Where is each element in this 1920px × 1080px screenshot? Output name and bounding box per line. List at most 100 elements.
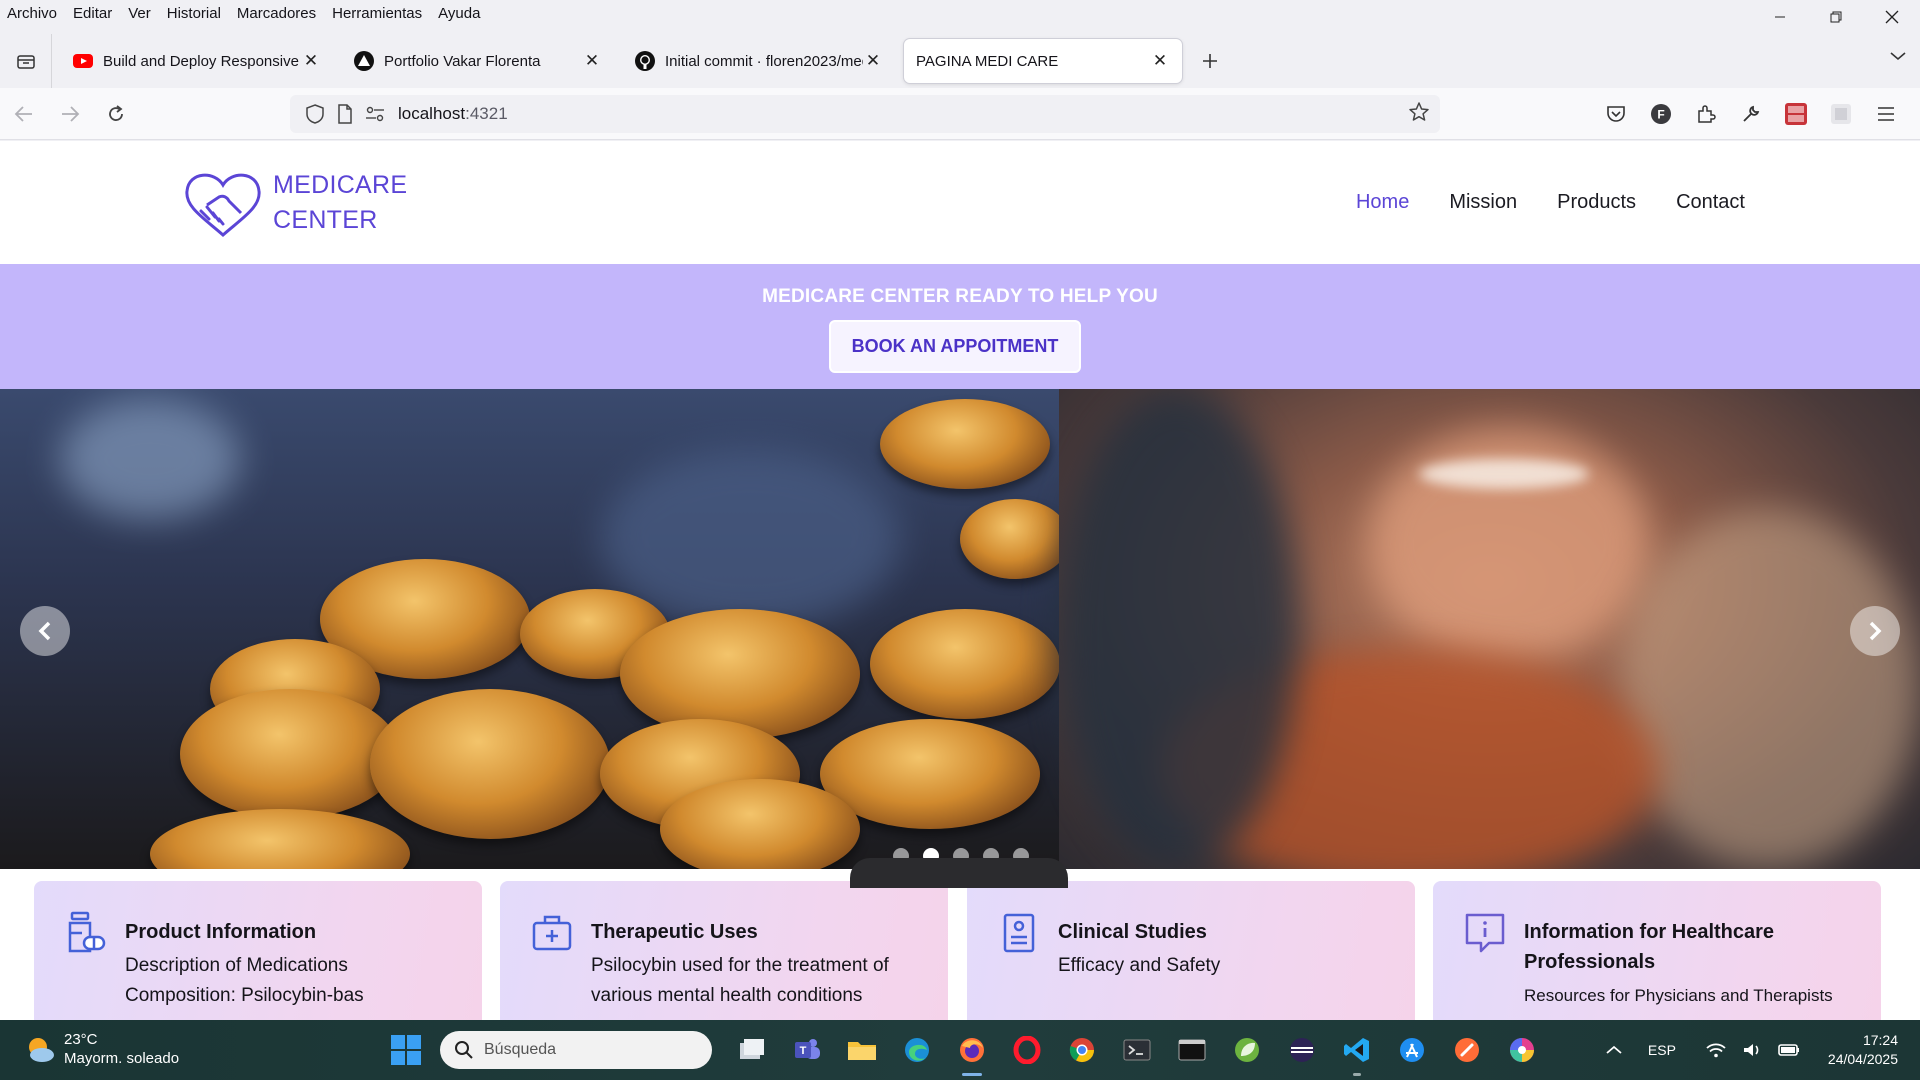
opera-app[interactable] bbox=[999, 1030, 1054, 1070]
app-menu-button[interactable] bbox=[1863, 96, 1908, 132]
teams-app[interactable]: T bbox=[779, 1030, 834, 1070]
youtube-icon bbox=[73, 51, 93, 71]
nav-link-products[interactable]: Products bbox=[1557, 191, 1636, 214]
file-explorer-app[interactable] bbox=[834, 1030, 889, 1070]
extension-placeholder-button[interactable] bbox=[1818, 96, 1863, 132]
tab-github[interactable]: Initial commit · floren2023/med ✕ bbox=[623, 39, 895, 83]
pocket-button[interactable] bbox=[1593, 96, 1638, 132]
menu-archivo[interactable]: Archivo bbox=[0, 5, 65, 22]
show-hidden-icons-button[interactable] bbox=[1606, 1045, 1622, 1055]
edge-app[interactable] bbox=[889, 1030, 944, 1070]
site-header: MEDICARE CENTER Home Mission Products Co… bbox=[0, 141, 1920, 264]
restore-icon bbox=[1830, 11, 1842, 23]
clock[interactable]: 17:24 24/04/2025 bbox=[1828, 1031, 1898, 1069]
folder-icon bbox=[847, 1042, 876, 1060]
eclipse-app[interactable] bbox=[1274, 1030, 1329, 1070]
forward-button[interactable] bbox=[48, 94, 92, 134]
task-view-button[interactable] bbox=[724, 1030, 779, 1070]
tab-close-button[interactable]: ✕ bbox=[863, 51, 883, 71]
list-all-tabs-button[interactable] bbox=[1890, 48, 1906, 66]
carousel-slide-smiling-person bbox=[1059, 389, 1920, 869]
taskbar-search-input[interactable]: Búsqueda bbox=[440, 1031, 712, 1069]
page-viewport: MEDICARE CENTER Home Mission Products Co… bbox=[0, 141, 1920, 1020]
nav-link-contact[interactable]: Contact bbox=[1676, 191, 1745, 214]
postman-app[interactable] bbox=[1439, 1030, 1494, 1070]
firefox-app[interactable] bbox=[944, 1030, 999, 1076]
back-button[interactable] bbox=[2, 94, 46, 134]
menu-ver[interactable]: Ver bbox=[120, 5, 159, 22]
tab-portfolio[interactable]: Portfolio Vakar Florenta ✕ bbox=[342, 39, 614, 83]
card-healthcare-professionals[interactable]: Information for Healthcare Professionals… bbox=[1433, 881, 1881, 1020]
carousel-prev-button[interactable] bbox=[20, 606, 70, 656]
card-title: Product Information bbox=[125, 921, 317, 943]
url-bar[interactable]: localhost:4321 bbox=[290, 95, 1440, 133]
restore-button[interactable] bbox=[1808, 0, 1864, 34]
tracking-shield-icon[interactable] bbox=[300, 99, 330, 129]
wifi-icon[interactable] bbox=[1706, 1042, 1726, 1058]
chrome-app[interactable] bbox=[1054, 1030, 1109, 1070]
card-therapeutic-uses[interactable]: Therapeutic Uses Psilocybin used for the… bbox=[500, 881, 948, 1020]
minimize-button[interactable] bbox=[1752, 0, 1808, 34]
reload-button[interactable] bbox=[94, 94, 138, 134]
extension-grid-icon bbox=[1830, 104, 1851, 124]
spring-tools-app[interactable] bbox=[1219, 1030, 1274, 1070]
tab-youtube[interactable]: Build and Deploy Responsive Re ✕ bbox=[61, 39, 333, 83]
bookmark-star-button[interactable] bbox=[1408, 101, 1430, 128]
toolbar-extensions: F bbox=[1593, 96, 1908, 132]
card-clinical-studies[interactable]: Clinical Studies Efficacy and Safety bbox=[967, 881, 1415, 1020]
tab-title: Build and Deploy Responsive Re bbox=[103, 52, 301, 70]
card-product-information[interactable]: Product Information Description of Medic… bbox=[34, 881, 482, 1020]
arrow-right-icon bbox=[62, 105, 80, 122]
arrow-left-icon bbox=[14, 105, 32, 122]
floating-toolbar-overlay[interactable] bbox=[850, 858, 1068, 888]
system-tray: ESP 17:24 24/04/2025 bbox=[1598, 1020, 1920, 1080]
url-port: :4321 bbox=[465, 104, 508, 123]
menu-editar[interactable]: Editar bbox=[65, 5, 120, 22]
input-language[interactable]: ESP bbox=[1648, 1042, 1676, 1058]
volume-icon[interactable] bbox=[1742, 1042, 1762, 1058]
powershell-app[interactable] bbox=[1109, 1030, 1164, 1070]
battery-icon[interactable] bbox=[1778, 1043, 1800, 1057]
tab-close-button[interactable]: ✕ bbox=[582, 51, 602, 71]
search-placeholder: Búsqueda bbox=[484, 1041, 557, 1058]
weather-widget[interactable]: 23°C Mayorm. soleado bbox=[24, 1030, 179, 1068]
weather-temperature: 23°C bbox=[64, 1031, 98, 1048]
card-text: Psilocybin used for the treatment of var… bbox=[591, 951, 921, 1011]
permissions-icon[interactable] bbox=[360, 99, 390, 129]
menu-ayuda[interactable]: Ayuda bbox=[430, 5, 488, 22]
windows-start-icon[interactable] bbox=[390, 1034, 422, 1066]
close-window-button[interactable] bbox=[1864, 0, 1920, 34]
carousel-next-button[interactable] bbox=[1850, 606, 1900, 656]
url-text: localhost:4321 bbox=[398, 104, 508, 124]
nav-link-home[interactable]: Home bbox=[1356, 191, 1409, 214]
tab-medicare-active[interactable]: PAGINA MEDI CARE ✕ bbox=[904, 39, 1182, 83]
new-tab-button[interactable] bbox=[1190, 41, 1230, 81]
account-button[interactable]: F bbox=[1638, 96, 1683, 132]
menu-herramientas[interactable]: Herramientas bbox=[324, 5, 430, 22]
plus-icon bbox=[1203, 54, 1217, 68]
dev-tools-button[interactable] bbox=[1728, 96, 1773, 132]
menu-historial[interactable]: Historial bbox=[159, 5, 229, 22]
terminal-app[interactable] bbox=[1164, 1030, 1219, 1070]
vscode-app[interactable] bbox=[1329, 1030, 1384, 1076]
image-carousel bbox=[0, 389, 1920, 869]
cors-extension-button[interactable] bbox=[1773, 96, 1818, 132]
reload-icon bbox=[109, 104, 123, 121]
book-appointment-button[interactable]: BOOK AN APPOITMENT bbox=[829, 320, 1081, 373]
extensions-button[interactable] bbox=[1683, 96, 1728, 132]
postman-icon bbox=[1454, 1038, 1479, 1062]
nav-link-mission[interactable]: Mission bbox=[1449, 191, 1517, 214]
site-navigation: Home Mission Products Contact bbox=[1356, 191, 1745, 214]
site-logo[interactable]: MEDICARE CENTER bbox=[183, 167, 407, 239]
app-store-app[interactable] bbox=[1384, 1030, 1439, 1070]
tab-list-button[interactable] bbox=[0, 34, 52, 88]
hero-title: MEDICARE CENTER READY TO HELP YOU bbox=[762, 286, 1158, 307]
tab-close-button[interactable]: ✕ bbox=[1150, 51, 1170, 71]
tab-close-button[interactable]: ✕ bbox=[301, 51, 321, 71]
menu-marcadores[interactable]: Marcadores bbox=[229, 5, 324, 22]
page-icon[interactable] bbox=[330, 99, 360, 129]
cors-extension-icon bbox=[1784, 103, 1807, 125]
color-picker-app[interactable] bbox=[1494, 1030, 1549, 1070]
sun-cloud-icon bbox=[29, 1038, 54, 1062]
search-icon bbox=[455, 1041, 473, 1059]
